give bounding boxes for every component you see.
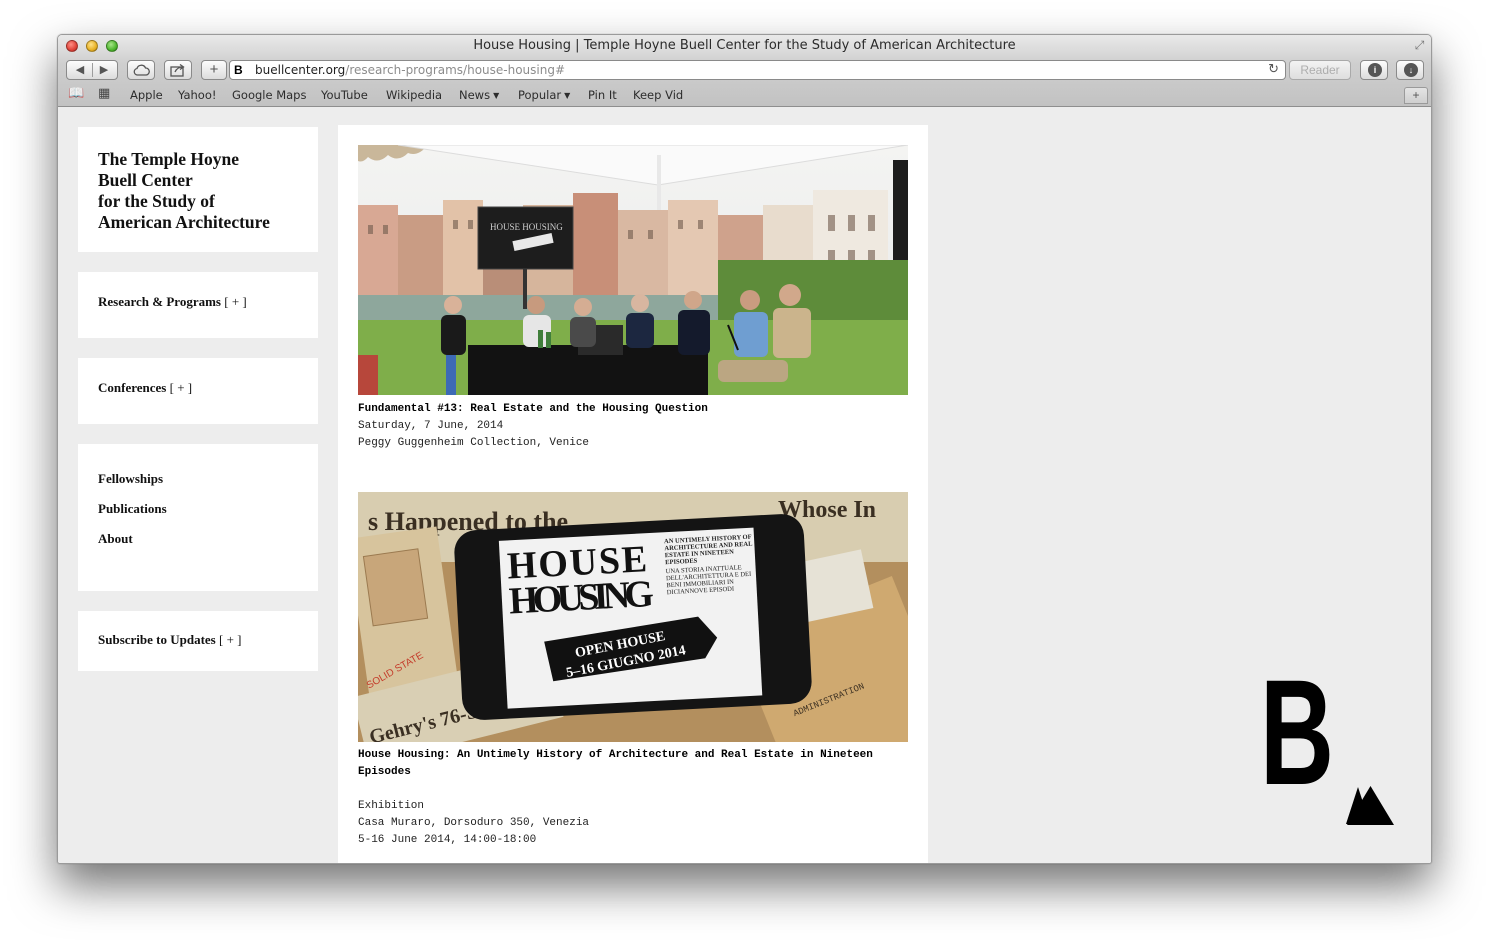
post-image-panel-discussion[interactable]: HOUSE HOUSING — [358, 145, 908, 395]
site-favicon: B — [234, 63, 243, 77]
bookmark-popular[interactable]: Popular ▼ — [518, 88, 570, 102]
post-title[interactable]: House Housing: An Untimely History of Ar… — [358, 747, 908, 781]
photo-panel-venice: HOUSE HOUSING — [358, 145, 908, 395]
expand-toggle[interactable]: [ + ] — [224, 294, 247, 309]
downloads-button[interactable]: ↓ — [1396, 60, 1424, 80]
reload-icon[interactable]: ↻ — [1268, 61, 1279, 79]
post-image-house-housing[interactable]: s Happened to the Whose In SOLID STATE G… — [358, 492, 908, 742]
post-1: Fundamental #13: Real Estate and the Hou… — [358, 401, 908, 452]
info-button[interactable]: i — [1360, 60, 1388, 80]
post-date: Saturday, 7 June, 2014 — [358, 420, 504, 432]
post-type: Exhibition — [358, 800, 425, 812]
address-bar[interactable]: B buellcenter.org/research-programs/hous… — [229, 60, 1286, 80]
bookmark-youtube[interactable]: YouTube — [321, 88, 368, 102]
fullscreen-icon[interactable]: ⤢ — [1413, 39, 1426, 52]
expand-toggle[interactable]: [ + ] — [219, 632, 242, 647]
nav-conferences-label[interactable]: Conferences — [98, 380, 166, 395]
post-spacer — [358, 781, 908, 798]
post-title[interactable]: Fundamental #13: Real Estate and the Hou… — [358, 401, 908, 418]
bookmark-popular-label: Popular — [518, 88, 562, 102]
url-domain: buellcenter.org — [255, 63, 346, 77]
site-logo-card[interactable]: The Temple Hoyne Buell Center for the St… — [78, 127, 318, 252]
window-title: House Housing | Temple Hoyne Buell Cente… — [473, 38, 1016, 53]
browser-toolbar: House Housing | Temple Hoyne Buell Cente… — [58, 35, 1431, 107]
chevron-down-icon: ▼ — [493, 91, 500, 100]
back-button[interactable]: ◀ — [68, 61, 92, 79]
top-sites-icon[interactable]: ▦ — [98, 86, 110, 101]
subscribe-label[interactable]: Subscribe to Updates — [98, 632, 216, 647]
brand-letter: B — [1260, 672, 1334, 816]
post-dates: 5-16 June 2014, 14:00-18:00 — [358, 834, 537, 846]
main-content: HOUSE HOUSING Fundamental #13: Real Esta… — [338, 125, 928, 863]
bookmark-pin-it[interactable]: Pin It — [588, 88, 617, 102]
nav-fellowships[interactable]: Fellowships — [98, 471, 298, 501]
back-forward-buttons: ◀ ▶ — [66, 60, 118, 80]
bookmark-yahoo[interactable]: Yahoo! — [178, 88, 216, 102]
buell-logo-mark[interactable]: B — [1260, 648, 1400, 832]
expand-toggle[interactable]: [ + ] — [170, 380, 193, 395]
download-icon: ↓ — [1404, 63, 1418, 77]
reader-button[interactable]: Reader — [1289, 60, 1351, 80]
tv-screen-title: HOUSE HOUSING — [490, 222, 563, 232]
nav-subscribe[interactable]: Subscribe to Updates [ + ] — [78, 611, 318, 671]
new-tab-button[interactable]: + — [1404, 87, 1428, 104]
icloud-tabs-button[interactable] — [127, 60, 155, 80]
url-text[interactable]: buellcenter.org/research-programs/house-… — [255, 61, 565, 79]
post-2: House Housing: An Untimely History of Ar… — [358, 747, 908, 849]
url-path: /research-programs/house-housing# — [345, 63, 566, 77]
phone-subhead: AN UNTIMELY HISTORY OF ARCHITECTURE AND … — [663, 533, 753, 567]
web-page: The Temple Hoyne Buell Center for the St… — [58, 107, 1431, 863]
nav-research-programs[interactable]: Research & Programs [ + ] — [78, 272, 318, 338]
info-icon: i — [1368, 63, 1382, 77]
bookmarks-bar: 📖 ▦ Apple Yahoo! Google Maps YouTube Wik… — [58, 85, 1431, 105]
share-button[interactable] — [164, 60, 192, 80]
post-location: Casa Muraro, Dorsoduro 350, Venezia — [358, 817, 590, 829]
bookmark-news-label: News — [459, 88, 491, 102]
bookmark-wikipedia[interactable]: Wikipedia — [386, 88, 442, 102]
nav-research-label[interactable]: Research & Programs — [98, 294, 221, 309]
nav-conferences[interactable]: Conferences [ + ] — [78, 358, 318, 424]
reading-list-icon[interactable]: 📖 — [68, 86, 84, 101]
photo-house-housing-phone: s Happened to the Whose In SOLID STATE G… — [358, 492, 908, 742]
bookmark-google-maps[interactable]: Google Maps — [232, 88, 306, 102]
bookmark-news[interactable]: News ▼ — [459, 88, 499, 102]
nav-about[interactable]: About — [98, 531, 298, 561]
cloud-icon — [133, 64, 150, 76]
share-icon — [170, 63, 185, 77]
chevron-down-icon: ▼ — [564, 91, 571, 100]
browser-window: House Housing | Temple Hoyne Buell Cente… — [57, 34, 1432, 864]
bookmark-keep-vid[interactable]: Keep Vid — [633, 88, 683, 102]
phone-headline-2: HOUSING — [508, 573, 655, 623]
buell-b-triangle-icon: B — [1260, 648, 1394, 825]
bookmark-apple[interactable]: Apple — [130, 88, 163, 102]
nav-publications[interactable]: Publications — [98, 501, 298, 531]
forward-button[interactable]: ▶ — [92, 61, 116, 79]
add-bookmark-button[interactable]: + — [201, 60, 227, 80]
post-location: Peggy Guggenheim Collection, Venice — [358, 437, 590, 449]
phone-subhead-italian: UNA STORIA INATTUALE DELL'ARCHITETTURA E… — [665, 564, 752, 597]
nav-links-card: Fellowships Publications About — [78, 444, 318, 591]
site-title[interactable]: The Temple Hoyne Buell Center for the St… — [98, 149, 298, 233]
